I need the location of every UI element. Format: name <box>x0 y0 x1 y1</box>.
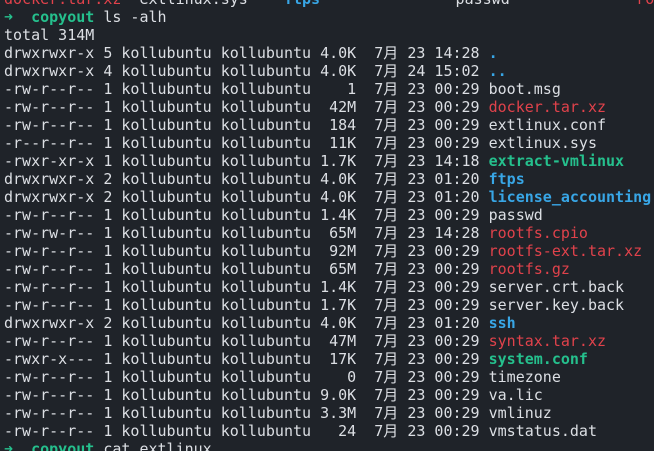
archive-file-name: rootfs-ext.tar.xz <box>488 242 643 260</box>
terminal-line: -rw-r--r-- 1 kollubuntu kollubuntu 65M 7… <box>4 260 654 278</box>
prompt-directory: copyout <box>31 440 95 451</box>
terminal-line: -rw-r--r-- 1 kollubuntu kollubuntu 9.0K … <box>4 386 654 404</box>
terminal-window[interactable]: docker.tar.xz extlinux.sys ftps passwd r… <box>0 0 654 451</box>
executable-file-name: extract-vmlinux <box>488 152 625 170</box>
text-segment: extlinux.sys <box>121 0 284 8</box>
archive-file-name: docker.tar.xz <box>488 98 607 116</box>
text-segment: -rwxr-x--- 1 kollubuntu kollubuntu 17K 7… <box>4 350 489 368</box>
text-segment: -rw-r--r-- 1 kollubuntu kollubuntu 92M 7… <box>4 242 489 260</box>
terminal-line: ➜ copyout cat extlinux. <box>4 440 654 451</box>
terminal-line: -rw-r--r-- 1 kollubuntu kollubuntu 0 7月 … <box>4 368 654 386</box>
text-segment: -rw-r--r-- 1 kollubuntu kollubuntu 42M 7… <box>4 98 489 116</box>
prompt-directory: copyout <box>31 8 95 26</box>
prompt-arrow-icon: ➜ <box>4 8 32 26</box>
text-segment: -rw-r--r-- 1 kollubuntu kollubuntu 1 7月 … <box>4 80 561 98</box>
terminal-line: drwxrwxr-x 2 kollubuntu kollubuntu 4.0K … <box>4 188 654 206</box>
text-segment: -rw-r--r-- 1 kollubuntu kollubuntu 0 7月 … <box>4 368 561 386</box>
archive-file-name: docker.tar.xz <box>4 0 121 8</box>
executable-file-name: system.conf <box>488 350 588 368</box>
directory-name: ftps <box>284 0 320 8</box>
directory-name: .. <box>488 62 507 80</box>
terminal-line: -r--r--r-- 1 kollubuntu kollubuntu 11K 7… <box>4 134 654 152</box>
terminal-line: docker.tar.xz extlinux.sys ftps passwd r… <box>4 0 654 8</box>
terminal-line: -rw-r--r-- 1 kollubuntu kollubuntu 1.4K … <box>4 206 654 224</box>
text-segment: -rw-rw-r-- 1 kollubuntu kollubuntu 65M 7… <box>4 224 489 242</box>
text-segment: -rw-r--r-- 1 kollubuntu kollubuntu 1.4K … <box>4 206 543 224</box>
terminal-line: -rwxr-xr-x 1 kollubuntu kollubuntu 1.7K … <box>4 152 654 170</box>
terminal-line: ➜ copyout ls -alh <box>4 8 654 26</box>
text-segment: -rw-r--r-- 1 kollubuntu kollubuntu 184 7… <box>4 116 606 134</box>
terminal-line: drwxrwxr-x 5 kollubuntu kollubuntu 4.0K … <box>4 44 654 62</box>
archive-file-name: syntax.tar.xz <box>488 332 607 350</box>
text-segment: -rw-r--r-- 1 kollubuntu kollubuntu 9.0K … <box>4 386 543 404</box>
terminal-line: drwxrwxr-x 2 kollubuntu kollubuntu 4.0K … <box>4 314 654 332</box>
prompt-arrow-icon: ➜ <box>4 440 32 451</box>
text-segment: drwxrwxr-x 4 kollubuntu kollubuntu 4.0K … <box>4 62 489 80</box>
text-segment: passwd <box>320 0 636 8</box>
directory-name: license_accounting <box>488 188 652 206</box>
directory-name: ssh <box>488 314 516 332</box>
text-segment: -rwxr-xr-x 1 kollubuntu kollubuntu 1.7K … <box>4 152 489 170</box>
text-segment: ls -alh <box>94 8 167 26</box>
text-segment: cat extlinux. <box>94 440 221 451</box>
terminal-line: -rw-r--r-- 1 kollubuntu kollubuntu 1 7月 … <box>4 80 654 98</box>
terminal-line: -rw-r--r-- 1 kollubuntu kollubuntu 1.4K … <box>4 278 654 296</box>
terminal-line: -rw-r--r-- 1 kollubuntu kollubuntu 1.7K … <box>4 296 654 314</box>
directory-name: . <box>488 44 498 62</box>
text-segment: total 314M <box>4 26 95 44</box>
text-segment: -r--r--r-- 1 kollubuntu kollubuntu 11K 7… <box>4 134 597 152</box>
text-segment: -rw-r--r-- 1 kollubuntu kollubuntu 65M 7… <box>4 260 489 278</box>
text-segment: -rw-r--r-- 1 kollubuntu kollubuntu 1.7K … <box>4 296 625 314</box>
terminal-line: drwxrwxr-x 2 kollubuntu kollubuntu 4.0K … <box>4 170 654 188</box>
terminal-line: -rw-r--r-- 1 kollubuntu kollubuntu 24 7月… <box>4 422 654 440</box>
terminal-line: -rw-rw-r-- 1 kollubuntu kollubuntu 65M 7… <box>4 224 654 242</box>
terminal-line: -rw-r--r-- 1 kollubuntu kollubuntu 47M 7… <box>4 332 654 350</box>
text-segment: -rw-r--r-- 1 kollubuntu kollubuntu 3.3M … <box>4 404 552 422</box>
archive-file-name: rootfs.gz <box>488 260 570 278</box>
text-segment: drwxrwxr-x 2 kollubuntu kollubuntu 4.0K … <box>4 170 489 188</box>
terminal-output: docker.tar.xz extlinux.sys ftps passwd r… <box>4 0 654 451</box>
archive-file-name: rootf <box>636 0 654 8</box>
text-segment: drwxrwxr-x 2 kollubuntu kollubuntu 4.0K … <box>4 188 489 206</box>
text-segment: -rw-r--r-- 1 kollubuntu kollubuntu 47M 7… <box>4 332 489 350</box>
terminal-line: total 314M <box>4 26 654 44</box>
terminal-line: -rw-r--r-- 1 kollubuntu kollubuntu 3.3M … <box>4 404 654 422</box>
terminal-line: -rw-r--r-- 1 kollubuntu kollubuntu 92M 7… <box>4 242 654 260</box>
directory-name: ftps <box>488 170 525 188</box>
terminal-line: drwxrwxr-x 4 kollubuntu kollubuntu 4.0K … <box>4 62 654 80</box>
text-segment: -rw-r--r-- 1 kollubuntu kollubuntu 1.4K … <box>4 278 625 296</box>
terminal-line: -rw-r--r-- 1 kollubuntu kollubuntu 42M 7… <box>4 98 654 116</box>
archive-file-name: rootfs.cpio <box>488 224 588 242</box>
text-segment: drwxrwxr-x 5 kollubuntu kollubuntu 4.0K … <box>4 44 489 62</box>
text-segment: drwxrwxr-x 2 kollubuntu kollubuntu 4.0K … <box>4 314 489 332</box>
terminal-line: -rw-r--r-- 1 kollubuntu kollubuntu 184 7… <box>4 116 654 134</box>
terminal-line: -rwxr-x--- 1 kollubuntu kollubuntu 17K 7… <box>4 350 654 368</box>
text-segment: -rw-r--r-- 1 kollubuntu kollubuntu 24 7月… <box>4 422 597 440</box>
